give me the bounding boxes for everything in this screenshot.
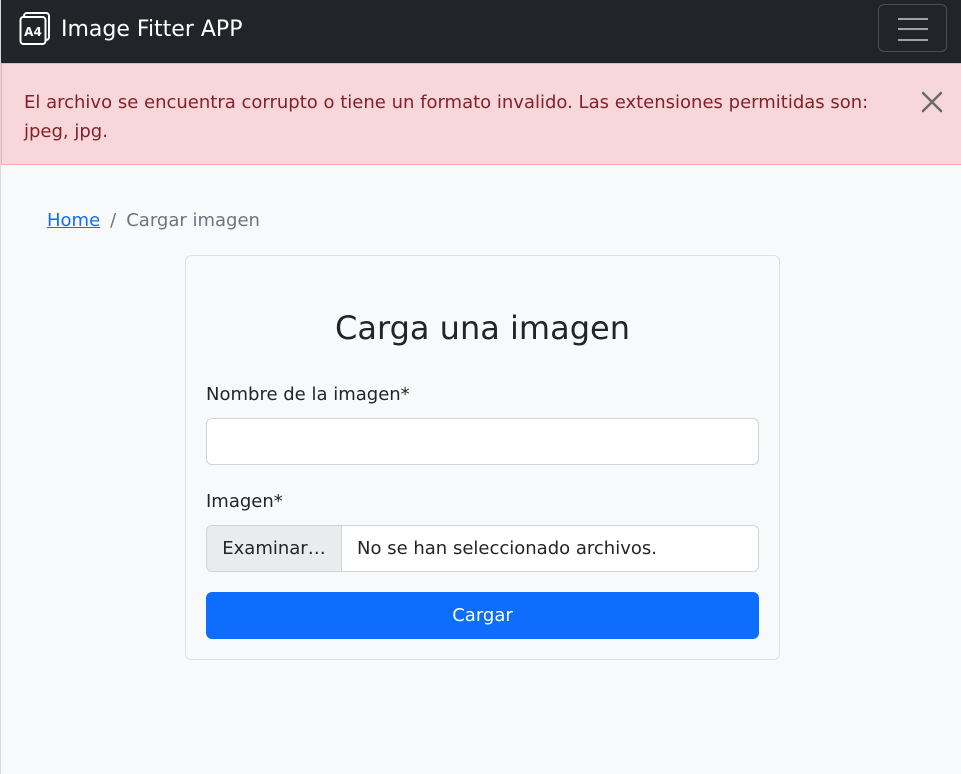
breadcrumb: Home / Cargar imagen — [47, 208, 260, 234]
hamburger-icon-line — [898, 28, 928, 30]
menu-toggle-button[interactable] — [878, 4, 947, 52]
browse-button[interactable]: Examinar… — [207, 526, 342, 571]
a4-document-icon: A4 — [19, 12, 50, 45]
image-file-label: Imagen* — [206, 491, 283, 512]
upload-form-card: Carga una imagen Nombre de la imagen* Im… — [185, 255, 780, 660]
brand-title[interactable]: Image Fitter APP — [61, 16, 242, 44]
hamburger-icon-line — [898, 39, 928, 41]
upload-submit-button[interactable]: Cargar — [206, 592, 759, 639]
svg-text:A4: A4 — [24, 25, 42, 39]
hamburger-icon-line — [898, 18, 928, 20]
breadcrumb-home-link[interactable]: Home — [47, 210, 100, 231]
alert-close-button[interactable] — [918, 88, 946, 116]
image-name-input[interactable] — [206, 418, 759, 465]
close-icon — [921, 91, 943, 113]
image-file-input[interactable]: Examinar… No se han seleccionado archivo… — [206, 525, 759, 572]
alert-message: El archivo se encuentra corrupto o tiene… — [24, 92, 869, 142]
error-alert: El archivo se encuentra corrupto o tiene… — [1, 63, 961, 165]
image-name-label: Nombre de la imagen* — [206, 384, 410, 405]
navbar: A4 Image Fitter APP — [1, 0, 961, 63]
breadcrumb-current: Cargar imagen — [126, 210, 260, 231]
form-title: Carga una imagen — [335, 309, 630, 347]
file-status-text: No se han seleccionado archivos. — [357, 538, 657, 559]
breadcrumb-separator: / — [110, 210, 117, 231]
